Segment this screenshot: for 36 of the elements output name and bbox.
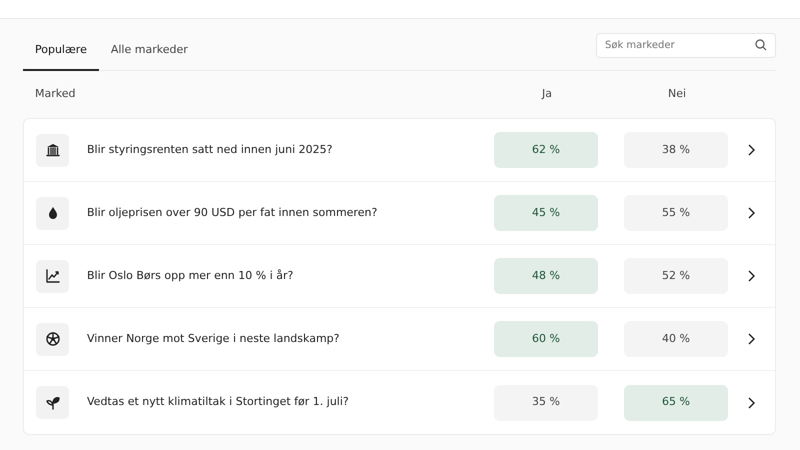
sprout-icon xyxy=(44,394,60,410)
search-icon xyxy=(755,38,767,50)
no-odds-button[interactable]: 52 % xyxy=(624,258,728,294)
tab[interactable]: Alle markeder xyxy=(98,32,200,71)
table-row[interactable]: Blir styringsrenten satt ned innen juni 2025? 62 % 38 % xyxy=(24,119,775,182)
table-row[interactable]: Blir oljeprisen over 90 USD per fat innen sommeren? 45 % 55 % xyxy=(24,182,775,245)
yes-odds-button[interactable]: 35 % xyxy=(494,384,598,420)
market-question: Blir styringsrenten satt ned innen juni 2025? xyxy=(87,142,334,158)
no-odds-button[interactable]: 55 % xyxy=(624,195,728,231)
column-header: Ja xyxy=(542,87,552,100)
table-row[interactable]: Blir Oslo Børs opp mer enn 10 % i år? 48 % 52 % xyxy=(24,245,775,308)
search-field[interactable]: Søk markeder xyxy=(596,32,776,58)
soccer-ball-icon xyxy=(44,331,60,347)
yes-odds-button[interactable]: 60 % xyxy=(494,321,598,357)
chevron-right-icon xyxy=(748,207,755,219)
no-odds-button[interactable]: 65 % xyxy=(624,384,728,420)
no-odds-button[interactable]: 38 % xyxy=(624,132,728,168)
bank-icon xyxy=(44,142,60,158)
market-question: Vinner Norge mot Sverige i neste landskamp? xyxy=(87,330,340,347)
market-question: Blir Oslo Børs opp mer enn 10 % i år? xyxy=(87,268,294,284)
no-odds-button[interactable]: 40 % xyxy=(624,321,728,357)
table-row[interactable]: Vedtas et nytt klimatiltak i Stortinget før 1. juli? 35 % 65 % xyxy=(24,371,775,434)
yes-odds-button[interactable]: 48 % xyxy=(494,258,598,294)
yes-odds-button[interactable]: 62 % xyxy=(494,132,598,168)
chevron-right-icon xyxy=(748,270,755,282)
column-header: Marked xyxy=(35,87,76,100)
market-question: Blir oljeprisen over 90 USD per fat innen sommeren? xyxy=(87,204,378,221)
chevron-right-icon xyxy=(748,144,755,156)
market-question: Vedtas et nytt klimatiltak i Stortinget før 1. juli? xyxy=(87,394,350,410)
yes-odds-button[interactable]: 45 % xyxy=(494,195,598,231)
chevron-right-icon xyxy=(748,333,755,345)
chevron-right-icon xyxy=(748,396,755,408)
table-row[interactable]: Vinner Norge mot Sverige i neste landskamp? 60 % 40 % xyxy=(24,308,775,371)
line-chart-icon xyxy=(44,268,60,284)
column-header: Nei xyxy=(668,87,686,100)
tab[interactable]: Populære xyxy=(23,32,99,71)
